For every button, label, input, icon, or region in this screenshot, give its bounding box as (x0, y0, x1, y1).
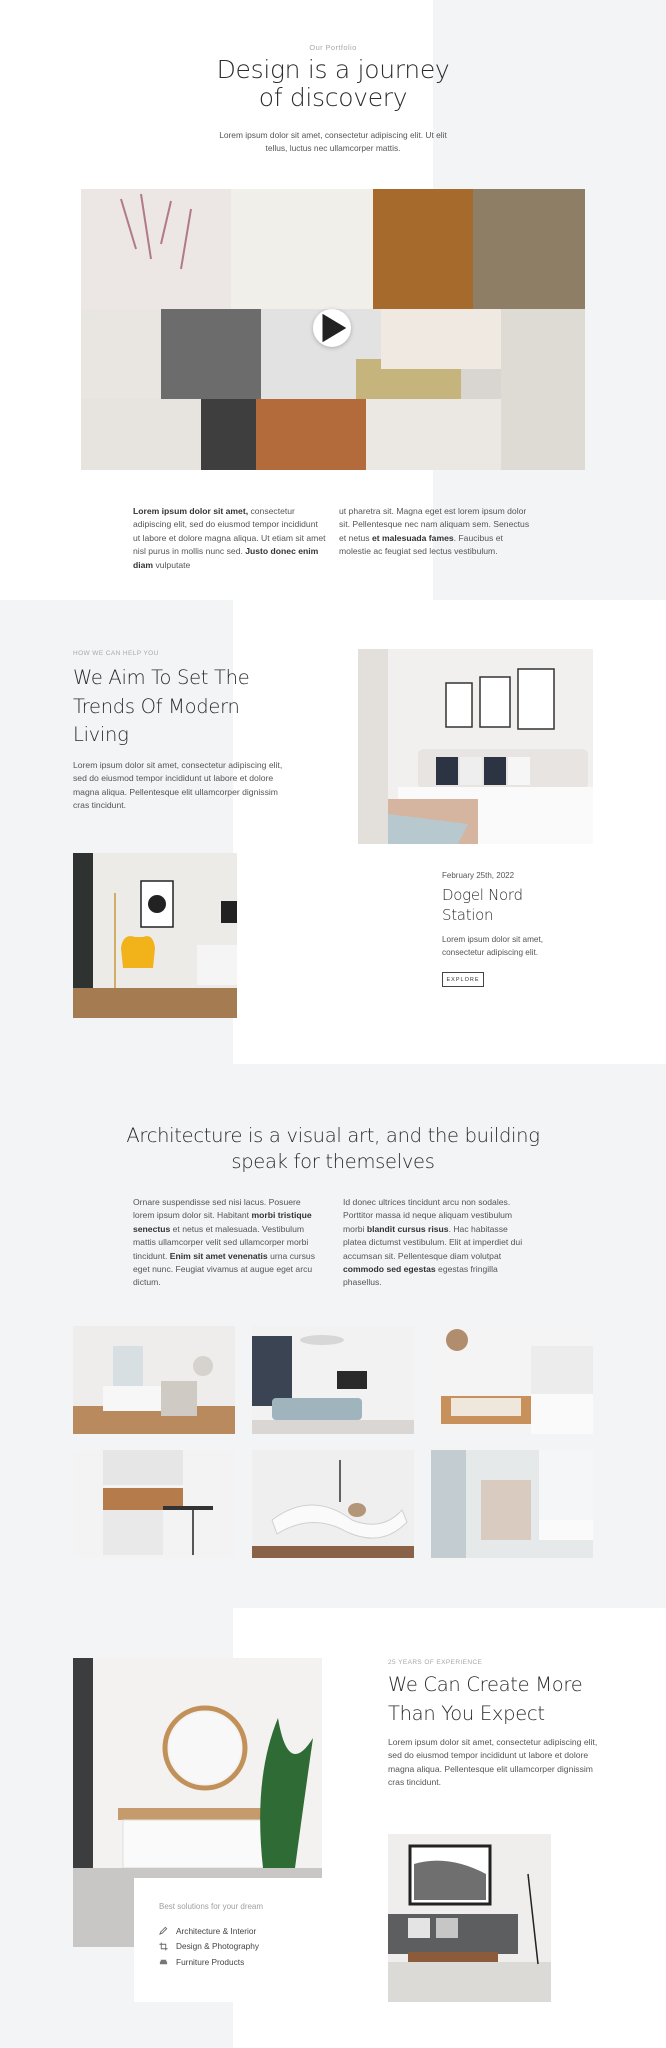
aim-title-line3: Living (73, 723, 129, 746)
play-button[interactable] (313, 309, 351, 347)
portfolio-intro-line2: tellus, luctus nec ullamcorper mattis. (265, 143, 401, 154)
card-title-line1: Dogel Nord (442, 886, 523, 904)
portfolio-title-line1: Design is a journey (216, 55, 450, 84)
portfolio-intro: Lorem ipsum dolor sit amet, consectetur … (0, 129, 666, 156)
portfolio-eyebrow: Our Portfolio (309, 43, 357, 52)
solutions-heading: Best solutions for your dream (159, 1902, 264, 1911)
sofa-icon (159, 1959, 168, 1965)
card-body: Lorem ipsum dolor sit amet, consectetur … (442, 935, 544, 958)
material-samples-video-thumbnail[interactable] (81, 189, 585, 470)
architecture-title-line2: speak for themselves (231, 1150, 435, 1173)
gallery-image-bedroom[interactable] (73, 1326, 235, 1434)
solutions-card: Best solutions for your dream Architectu… (134, 1878, 322, 2002)
solution-label-furniture: Furniture Products (176, 1956, 245, 1967)
aim-title: We Aim To Set The Trends Of Modern Livin… (73, 664, 273, 750)
experience-title: We Can Create More Than You Expect (388, 1671, 608, 1728)
solution-label-design: Design & Photography (176, 1941, 260, 1952)
architecture-title-line1: Architecture is a visual art, and the bu… (126, 1124, 540, 1147)
gallery-image-bathroom[interactable] (431, 1450, 593, 1558)
gallery-image-kitchen[interactable] (431, 1326, 593, 1434)
architecture-col1-bold2: Enim sit amet venenatis (169, 1250, 268, 1261)
gallery-image-white-kitchen[interactable] (73, 1450, 235, 1558)
experience-title-line2: Than You Expect (388, 1701, 545, 1725)
aim-eyebrow: How we can help you (73, 650, 159, 657)
blog-card: February 25th, 2022 Dogel Nord Station L… (419, 848, 593, 1008)
aim-body: Lorem ipsum dolor sit amet, consectetur … (73, 760, 283, 811)
portfolio-text-col1: Lorem ipsum dolor sit amet, consectetur … (133, 505, 327, 572)
architecture-text-col1: Ornare suspendisse sed nisi lacus. Posue… (133, 1196, 323, 1290)
solution-item-architecture: Architecture & Interior (159, 1923, 259, 1939)
portfolio-title-line2: of discovery (258, 83, 408, 112)
portfolio-col1-bold1: Lorem ipsum dolor sit amet, (133, 506, 249, 516)
gallery-image-living-room[interactable] (252, 1326, 414, 1434)
living-room-image (388, 1834, 551, 2002)
architecture-col2-bold1: blandit cursus risus (366, 1223, 449, 1234)
experience-body: Lorem ipsum dolor sit amet, consectetur … (388, 1737, 598, 1788)
gallery-image-lounge-chair[interactable] (252, 1450, 414, 1558)
portfolio-col1-text2: vulputate (153, 559, 191, 570)
explore-button[interactable]: Explore (442, 972, 484, 987)
play-icon (322, 313, 347, 343)
experience-eyebrow: 25 Years of Experience (388, 1659, 483, 1666)
architecture-title: Architecture is a visual art, and the bu… (0, 1123, 666, 1175)
crop-icon (159, 1942, 168, 1951)
solution-item-furniture: Furniture Products (159, 1954, 259, 1970)
card-title-line2: Station (442, 905, 494, 924)
portfolio-title: Design is a journey of discovery (0, 56, 666, 112)
yellow-chair-room-image (73, 853, 237, 1018)
aim-title-line2: Trends Of Modern (73, 694, 240, 718)
experience-title-line1: We Can Create More (388, 1673, 583, 1696)
solution-item-design: Design & Photography (159, 1939, 259, 1955)
bedroom-image (358, 649, 593, 844)
solution-label-architecture: Architecture & Interior (176, 1925, 257, 1936)
card-title: Dogel Nord Station (442, 886, 523, 925)
card-date: February 25th, 2022 (442, 871, 515, 880)
portfolio-col2-bold1: et malesuada fames (371, 532, 454, 543)
solutions-list: Architecture & Interior Design & Photogr… (159, 1923, 259, 1970)
pencil-icon (159, 1926, 168, 1936)
architecture-col2-bold2: commodo sed egestas (343, 1264, 436, 1275)
portfolio-intro-line1: Lorem ipsum dolor sit amet, consectetur … (219, 130, 447, 140)
portfolio-text-col2: ut pharetra sit. Magna eget est lorem ip… (339, 505, 535, 559)
aim-title-line1: We Aim To Set The (73, 666, 250, 689)
architecture-text-col2: Id donec ultrices tincidunt arcu non sod… (343, 1196, 533, 1290)
